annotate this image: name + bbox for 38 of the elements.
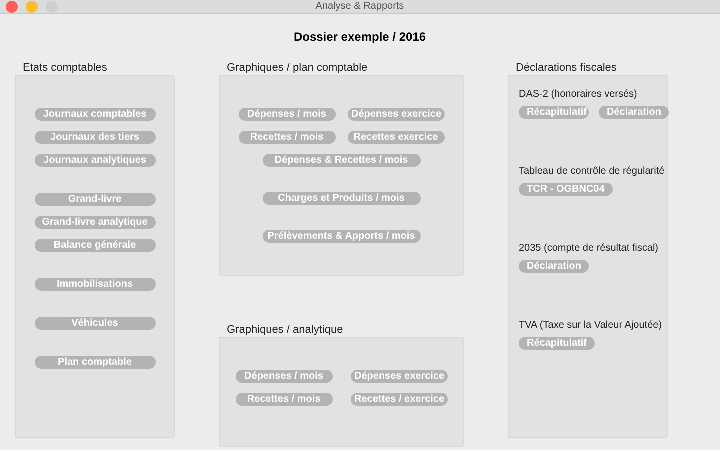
minimize-icon[interactable] <box>26 1 38 13</box>
window-title: Analyse & Rapports <box>316 0 404 12</box>
report-button[interactable]: Grand-livre <box>34 193 156 206</box>
report-button[interactable]: Récapitulatif <box>519 106 589 119</box>
report-button[interactable]: Journaux des tiers <box>34 131 156 144</box>
report-button[interactable]: Journaux analytiques <box>34 154 156 167</box>
declaration-title: Tableau de contrôle de régularité <box>519 165 665 179</box>
report-button[interactable]: Dépenses / mois <box>238 108 336 121</box>
section-title: Déclarations fiscales <box>515 61 618 74</box>
report-button[interactable]: Prélèvements & Apports / mois <box>262 230 420 243</box>
report-button[interactable]: Dépenses & Recettes / mois <box>262 154 420 167</box>
report-button[interactable]: Recettes exercice <box>348 131 444 144</box>
section-title: Graphiques / plan comptable <box>226 61 369 74</box>
report-button[interactable]: Recettes / mois <box>236 393 332 406</box>
declaration-title: 2035 (compte de résultat fiscal) <box>519 242 659 256</box>
zoom-icon[interactable] <box>46 1 58 13</box>
page-heading: Dossier exemple / 2016 <box>292 29 428 46</box>
report-button[interactable]: Charges et Produits / mois <box>262 192 420 205</box>
report-button[interactable]: Journaux comptables <box>34 108 156 121</box>
report-button[interactable]: Récapitulatif <box>519 337 596 350</box>
section-title: Etats comptables <box>22 61 108 74</box>
report-button[interactable]: Dépenses exercice <box>350 370 448 383</box>
report-button[interactable]: Immobilisations <box>34 278 156 291</box>
declaration-title: DAS-2 (honoraires versés) <box>519 88 638 102</box>
declaration-title: TVA (Taxe sur la Valeur Ajoutée) <box>519 319 662 333</box>
report-button[interactable]: Dépenses / mois <box>236 370 332 383</box>
report-button[interactable]: Balance générale <box>34 239 156 252</box>
report-button[interactable]: Plan comptable <box>34 356 156 369</box>
report-button[interactable]: Dépenses exercice <box>348 108 444 121</box>
report-button[interactable]: Recettes / exercice <box>350 393 448 406</box>
report-button[interactable]: Véhicules <box>34 317 156 330</box>
report-button[interactable]: Déclaration <box>519 260 590 273</box>
report-button[interactable]: Recettes / mois <box>238 131 336 144</box>
report-button[interactable]: TCR - OGBNC04 <box>519 183 613 196</box>
report-button[interactable]: Grand-livre analytique <box>34 216 156 229</box>
close-icon[interactable] <box>6 1 18 13</box>
section-title: Graphiques / analytique <box>226 323 344 336</box>
report-button[interactable]: Déclaration <box>599 106 669 119</box>
